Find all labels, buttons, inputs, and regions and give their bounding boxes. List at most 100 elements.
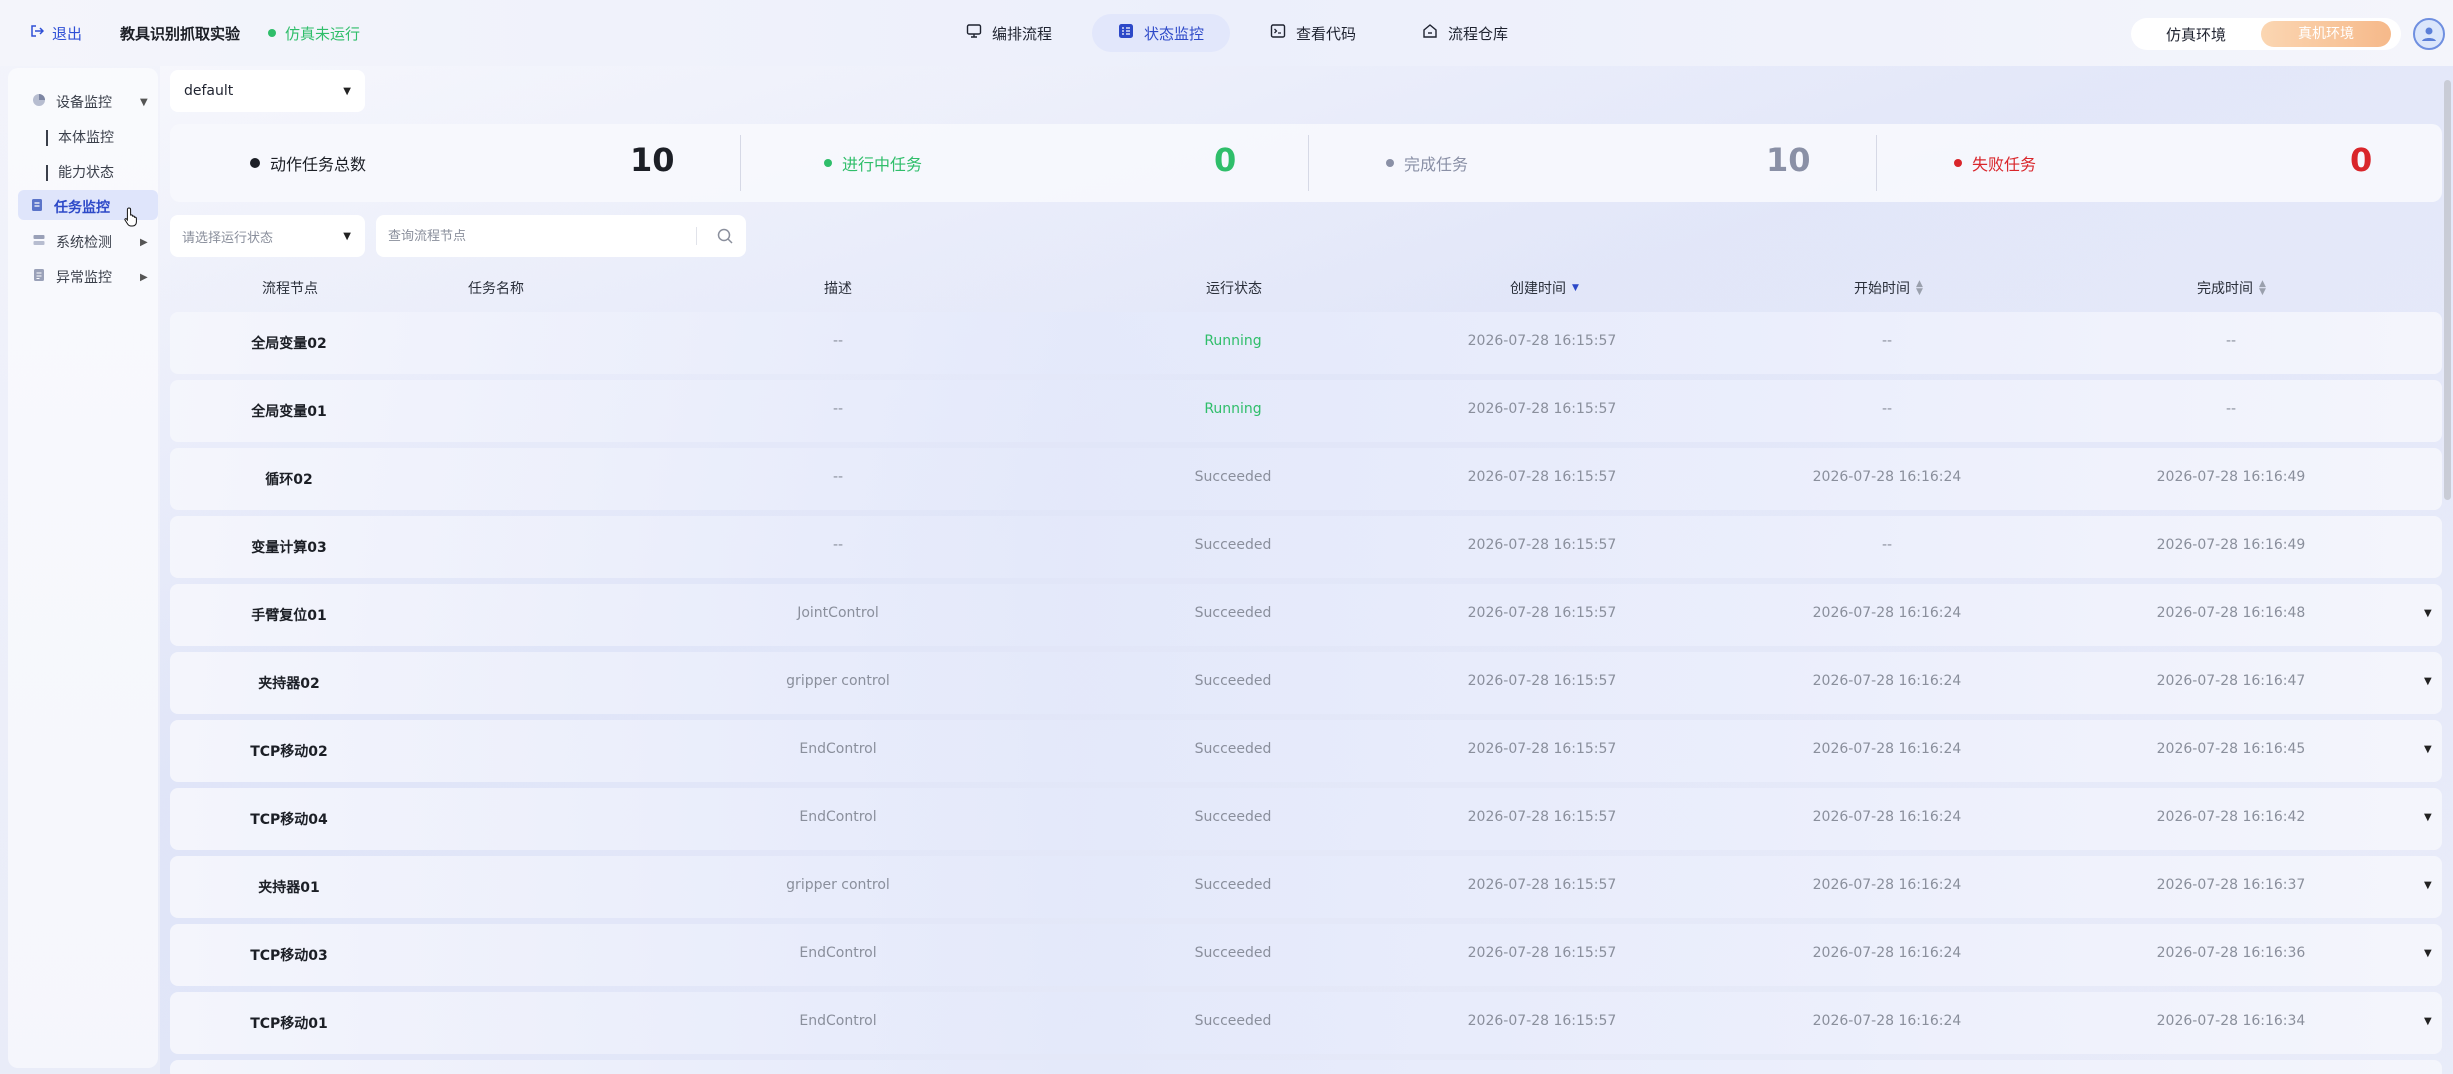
alert-doc-icon — [32, 268, 46, 286]
cell-start-time: 2026-07-28 16:16:24 — [1812, 605, 1962, 621]
stat-running-label: 进行中任务 — [842, 155, 923, 174]
table-row[interactable]: 夹持器02 gripper control Succeeded 2026-07-28 … — [170, 652, 2442, 714]
cell-desc: EndControl — [799, 945, 877, 961]
sidebar-item-device-monitor[interactable]: 设备监控 ▼ — [32, 92, 148, 112]
cell-start-time: -- — [1881, 401, 1893, 417]
sidebar-item-system-check[interactable]: 系统检测 ▶ — [32, 232, 148, 252]
sidebar-item-label: 异常监控 — [56, 270, 112, 286]
table-row[interactable]: 变量计算03 -- Succeeded 2026-07-28 16:15:57 -- 20… — [170, 516, 2442, 578]
expand-row-icon[interactable]: ▼ — [2424, 948, 2432, 959]
cell-node: 全局变量02 — [251, 336, 327, 352]
sidebar-item-exception-monitor[interactable]: 异常监控 ▶ — [32, 267, 148, 287]
stat-completed-value: 10 — [1766, 141, 1811, 179]
tab-status-monitor[interactable]: 状态监控 — [1092, 14, 1231, 52]
stat-total-value: 10 — [630, 141, 675, 179]
tab-edit-flow[interactable]: 编排流程 — [940, 14, 1078, 52]
cell-start-time: 2026-07-28 16:16:24 — [1812, 469, 1962, 485]
cell-end-time: 2026-07-28 16:16:34 — [2156, 1013, 2306, 1029]
table-row[interactable]: 手臂复位01 JointControl Succeeded 2026-07-28 16… — [170, 584, 2442, 646]
node-search — [376, 215, 746, 257]
search-icon[interactable] — [716, 227, 734, 249]
tab-flow-repo[interactable]: 流程仓库 — [1396, 14, 1534, 52]
expand-row-icon[interactable]: ▼ — [2424, 812, 2432, 823]
caret-down-icon: ▼ — [343, 230, 351, 242]
cell-desc: EndControl — [799, 1013, 877, 1029]
monitor-icon — [966, 23, 982, 43]
cell-node: TCP移动04 — [250, 812, 328, 828]
cell-node: 夹持器01 — [258, 880, 320, 896]
scrollbar[interactable] — [2444, 80, 2451, 500]
col-header-created[interactable]: 创建时间 ▼ — [1510, 278, 1579, 298]
status-dot-icon — [250, 158, 260, 168]
cell-status: Succeeded — [1194, 945, 1272, 961]
sidebar-item-task-monitor[interactable]: 任务监控 — [30, 197, 110, 217]
cell-node: TCP移动03 — [250, 948, 328, 964]
cell-created-time: 2026-07-28 16:15:57 — [1467, 333, 1617, 349]
stat-divider — [740, 135, 741, 191]
sidebar-item-label: 任务监控 — [54, 200, 110, 216]
stat-divider — [1308, 135, 1309, 191]
expand-row-icon[interactable]: ▼ — [2424, 676, 2432, 687]
table-row[interactable]: TCP移动03 EndControl Succeeded 2026-07-28 16:… — [170, 924, 2442, 986]
task-icon — [30, 198, 44, 216]
cell-end-time: 2026-07-28 16:16:47 — [2156, 673, 2306, 689]
node-search-input[interactable] — [376, 228, 676, 244]
cell-created-time: 2026-07-28 16:15:57 — [1467, 945, 1617, 961]
caret-down-icon: ▼ — [140, 96, 148, 108]
table-row[interactable]: 夹持器01 gripper control Succeeded 2026-07-28 … — [170, 856, 2442, 918]
task-stats-bar: 动作任务总数 10 进行中任务 0 完成任务 10 失败任务 0 — [170, 124, 2442, 202]
sort-desc-icon[interactable]: ▼ — [1572, 284, 1579, 293]
expand-row-icon[interactable]: ▼ — [2424, 880, 2432, 891]
sort-icon[interactable]: ▲ ▼ — [1916, 280, 1923, 297]
expand-row-icon[interactable]: ▼ — [2424, 744, 2432, 755]
stat-total: 动作任务总数 — [250, 135, 366, 191]
cell-start-time: 2026-07-28 16:16:24 — [1812, 673, 1962, 689]
tab-label: 流程仓库 — [1448, 24, 1509, 43]
tab-label: 状态监控 — [1144, 24, 1205, 43]
col-header-end[interactable]: 完成时间 ▲ ▼ — [2197, 278, 2266, 298]
stat-completed: 完成任务 — [1386, 135, 1468, 191]
col-header-start-label: 开始时间 — [1854, 281, 1910, 297]
table-row[interactable]: TCP移动01 EndControl Succeeded 2026-07-28 16:… — [170, 992, 2442, 1054]
status-dot-icon — [1954, 159, 1962, 167]
env-real-button[interactable]: 真机环境 — [2261, 21, 2391, 47]
main-nav: 编排流程 状态监控 查看代码 流程仓库 — [940, 14, 1534, 52]
expand-row-icon[interactable]: ▼ — [2424, 608, 2432, 619]
status-dot-icon — [1386, 159, 1394, 167]
table-row[interactable]: 全局变量01 -- Running 2026-07-28 16:15:57 -- -- — [170, 380, 2442, 442]
cell-node: TCP移动02 — [250, 744, 328, 760]
table-row[interactable]: 全局变量02 -- Running 2026-07-28 16:15:57 -- -- — [170, 312, 2442, 374]
cell-start-time: 2026-07-28 16:16:24 — [1812, 877, 1962, 893]
stat-failed: 失败任务 — [1954, 135, 2036, 191]
run-status-select[interactable]: 请选择运行状态 ▼ — [170, 215, 365, 257]
sidebar-item-capability-status[interactable]: 能力状态 — [46, 165, 114, 181]
avatar[interactable] — [2413, 18, 2445, 50]
table-row-partial[interactable] — [170, 1060, 2442, 1074]
cell-node: TCP移动01 — [250, 1016, 328, 1032]
table-row[interactable]: TCP移动02 EndControl Succeeded 2026-07-28 16:… — [170, 720, 2442, 782]
cell-status: Succeeded — [1194, 537, 1272, 553]
cell-desc: EndControl — [799, 741, 877, 757]
cell-status: Running — [1204, 401, 1262, 417]
expand-row-icon[interactable]: ▼ — [2424, 1016, 2432, 1027]
env-sim-button[interactable]: 仿真环境 — [2131, 24, 2261, 45]
col-header-desc: 描述 — [824, 281, 852, 297]
cell-start-time: 2026-07-28 16:16:24 — [1812, 741, 1962, 757]
table-row[interactable]: 循环02 -- Succeeded 2026-07-28 16:15:57 2026-0… — [170, 448, 2442, 510]
search-divider — [696, 227, 697, 245]
table-row[interactable]: TCP移动04 EndControl Succeeded 2026-07-28 16:… — [170, 788, 2442, 850]
cell-status: Running — [1204, 333, 1262, 349]
stat-running: 进行中任务 — [824, 135, 922, 191]
top-bar: 退出 教具识别抓取实验 仿真未运行 编排流程 状态监控 查看代码 流程仓库 仿真… — [0, 0, 2453, 66]
cell-desc: gripper control — [786, 673, 890, 689]
workspace-select[interactable]: default ▼ — [170, 70, 365, 112]
cell-end-time: 2026-07-28 16:16:37 — [2156, 877, 2306, 893]
logout-button[interactable]: 退出 — [30, 23, 82, 44]
status-dot-icon — [824, 159, 832, 167]
cell-created-time: 2026-07-28 16:15:57 — [1467, 469, 1617, 485]
cell-node: 全局变量01 — [251, 404, 327, 420]
sort-icon[interactable]: ▲ ▼ — [2259, 280, 2266, 297]
sidebar-item-body-monitor[interactable]: 本体监控 — [46, 130, 114, 146]
tab-view-code[interactable]: 查看代码 — [1244, 14, 1382, 52]
col-header-start[interactable]: 开始时间 ▲ ▼ — [1854, 278, 1923, 298]
